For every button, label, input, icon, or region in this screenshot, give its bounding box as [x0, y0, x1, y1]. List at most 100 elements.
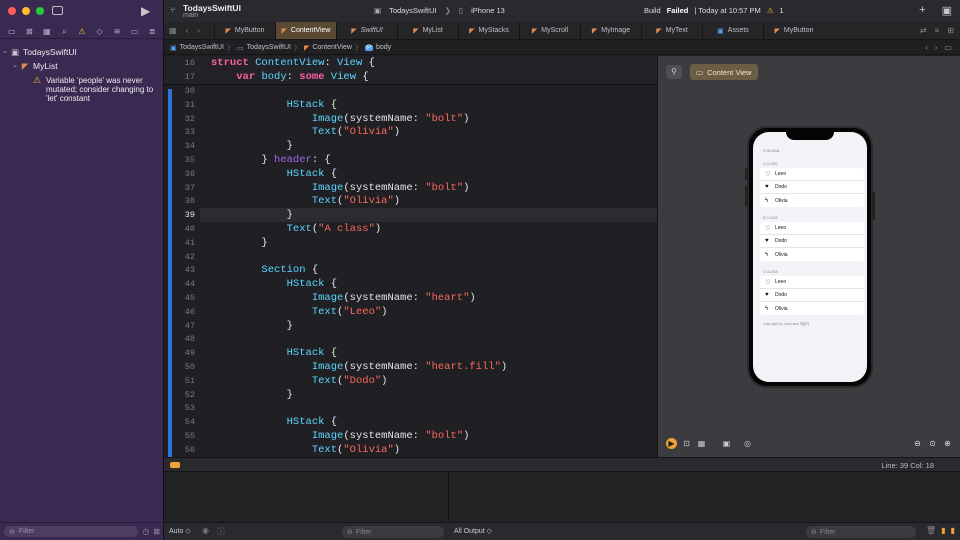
source-editor[interactable]: 16 struct ContentView: View {17 var body:… — [164, 56, 657, 457]
line-number: 33 — [184, 127, 195, 138]
selectable-mode-icon[interactable]: ⊡ — [681, 438, 692, 449]
tab-mybutton[interactable]: ◤ MyButton — [763, 22, 824, 39]
filter-icon: ⊖ — [9, 528, 15, 536]
zoom-in-icon[interactable]: ⊕ — [942, 438, 953, 449]
preview-screen[interactable]: ϟ OLIVIA copy right by Leeo and 개발자 A CL… — [753, 132, 867, 382]
zoom-out-icon[interactable]: ⊖ — [912, 438, 923, 449]
variables-filter-input[interactable]: ⊖ Filter — [342, 526, 444, 538]
tab-label: MyButton — [783, 27, 814, 34]
split-editor-icon[interactable]: ⊞ — [947, 26, 954, 35]
code-line: 42 — [164, 251, 211, 265]
jump-bar-item[interactable]: TodaysSwiftUI — [247, 44, 291, 51]
device-button — [745, 186, 748, 206]
issue-warning-item[interactable]: ⚠ Variable 'people' was never mutated; c… — [0, 73, 164, 104]
test-navigator-icon[interactable]: ◇ — [94, 27, 106, 36]
show-variables-icon[interactable]: ▮ — [941, 526, 945, 535]
preview-tab[interactable]: ▭ Content View — [690, 64, 758, 80]
code-line: 31 HStack { — [164, 99, 337, 113]
warning-prev-icon[interactable]: ‹ — [925, 43, 928, 52]
branch-icon: ⑂ — [170, 5, 176, 15]
eye-icon[interactable]: ◉ — [202, 526, 209, 537]
line-number: 34 — [184, 141, 195, 152]
add-icon[interactable]: + — [919, 4, 925, 17]
zoom-window-button[interactable] — [36, 7, 44, 15]
symbol-navigator-icon[interactable]: ▦ — [41, 27, 53, 36]
issues-filter-icon[interactable]: ⊠ — [153, 527, 160, 536]
sidebar-toggle-icon[interactable] — [52, 6, 63, 15]
code-text: Text("A class") — [286, 223, 382, 235]
debug-area-toggle-icon[interactable] — [170, 462, 180, 468]
tab-label: MyScroll — [541, 27, 569, 34]
minimap-icon[interactable]: ▭ — [944, 43, 952, 52]
pin-icon[interactable]: ⚲ — [666, 65, 682, 79]
mini-section-header: A CLASS — [763, 162, 778, 166]
navigator-filter-input[interactable]: ⊖ Filter — [4, 526, 139, 537]
debug-bottom-bar: Auto ◇ ◉ ⓘ ⊖ Filter All Output ◇ ⊖ Filte… — [164, 522, 960, 540]
chevron-right-icon[interactable]: › — [197, 26, 200, 35]
device-settings-icon[interactable]: ▣ — [721, 438, 732, 449]
run-destination: iPhone 13 — [471, 6, 505, 15]
tab-myscroll[interactable]: ◤ MyScroll — [519, 22, 580, 39]
disclosure-chevron-icon[interactable]: ⌄ — [10, 59, 20, 73]
swift-file-icon: ◤ — [225, 27, 231, 35]
find-navigator-icon[interactable]: ⌕ — [58, 27, 70, 37]
mini-row-label: Dodo — [775, 184, 787, 190]
issue-navigator-icon[interactable]: ⚠ — [76, 27, 88, 36]
variants-icon[interactable]: ▦ — [696, 438, 707, 449]
tab-mylist[interactable]: ◤ MyList — [397, 22, 458, 39]
variable-view-icons: ◉ ⓘ — [202, 526, 225, 537]
tab-myimage[interactable]: ◤ MyImage — [580, 22, 641, 39]
editor-options-icon[interactable]: ≡ — [935, 26, 940, 35]
variables-scope-select[interactable]: Auto ◇ — [169, 527, 191, 535]
show-console-icon[interactable]: ▮ — [951, 526, 955, 535]
folder-icon[interactable]: ▭ — [6, 27, 18, 36]
activity-status[interactable]: Build Failed | Today at 10:57 PM ⚠ 1 — [644, 6, 784, 15]
tab-assets[interactable]: ▣ Assets — [702, 22, 763, 39]
mini-list-row: ϟ Olivia — [760, 248, 864, 261]
tab-swiftui[interactable]: ◤ SwiftUI — [336, 22, 397, 39]
jump-bar-item[interactable]: TodaysSwiftUI — [180, 44, 224, 51]
warning-icon: ⚠ — [766, 6, 774, 15]
info-icon[interactable]: ⓘ — [217, 526, 225, 537]
jump-bar-item[interactable]: body — [376, 44, 391, 51]
grid-icon[interactable]: ▦ — [169, 26, 177, 35]
tree-row-project[interactable]: ⌄ ▣ TodaysSwiftUI — [0, 45, 164, 59]
line-column-indicator: Line: 39 Col: 18 — [881, 461, 934, 470]
heart-icon: ♡ — [765, 225, 771, 232]
report-navigator-icon[interactable]: ≣ — [146, 27, 158, 36]
chevron-left-icon[interactable]: ‹ — [186, 26, 189, 35]
minimize-window-button[interactable] — [22, 7, 30, 15]
trash-icon[interactable]: 🗑 — [926, 526, 936, 535]
console-output-select[interactable]: All Output ◇ — [454, 527, 492, 535]
breakpoint-navigator-icon[interactable]: ▭ — [129, 27, 141, 36]
tab-mystacks[interactable]: ◤ MyStacks — [458, 22, 519, 39]
code-text: Text("Leeo") — [311, 305, 388, 318]
color-scheme-icon[interactable]: ◎ — [742, 438, 753, 449]
warning-next-icon[interactable]: › — [935, 43, 938, 52]
close-window-button[interactable] — [8, 7, 16, 15]
recent-files-icon[interactable]: ◷ — [142, 527, 149, 536]
tree-row-file[interactable]: ⌄ ◤ MyList — [0, 59, 164, 73]
mini-list-row: ♥ Dodo — [760, 235, 864, 248]
source-control-icon[interactable]: ⊠ — [23, 27, 35, 36]
zoom-fit-icon[interactable]: ⊙ — [927, 438, 938, 449]
code-line: 32 Image(systemName: "bolt") — [164, 113, 470, 127]
tab-mybutton[interactable]: ◤ MyButton — [214, 22, 275, 39]
scheme-selector[interactable]: ▣ TodaysSwiftUI ❯ ▯ iPhone 13 — [374, 6, 505, 15]
live-preview-icon[interactable]: ▶ — [666, 437, 677, 449]
console-filter-input[interactable]: ⊖ Filter — [806, 526, 916, 538]
line-number: 50 — [184, 362, 195, 372]
line-number: 39 — [184, 210, 195, 221]
tab-mytext[interactable]: ◤ MyText — [641, 22, 702, 39]
inspector-toggle-icon[interactable]: ▣ — [942, 4, 952, 17]
run-button[interactable]: ▶ — [141, 4, 150, 18]
jump-bar-item[interactable]: ContentView — [312, 44, 352, 51]
target-icon: ▣ — [374, 6, 382, 15]
heart-fill-icon: ♥ — [765, 184, 769, 190]
related-items-icon[interactable]: ⇄ — [920, 26, 927, 35]
debug-divider[interactable] — [448, 472, 449, 522]
debug-navigator-icon[interactable]: ≋ — [111, 27, 123, 36]
disclosure-chevron-icon[interactable]: ⌄ — [0, 45, 10, 59]
tab-contentview[interactable]: ◤ ContentView — [275, 22, 336, 39]
